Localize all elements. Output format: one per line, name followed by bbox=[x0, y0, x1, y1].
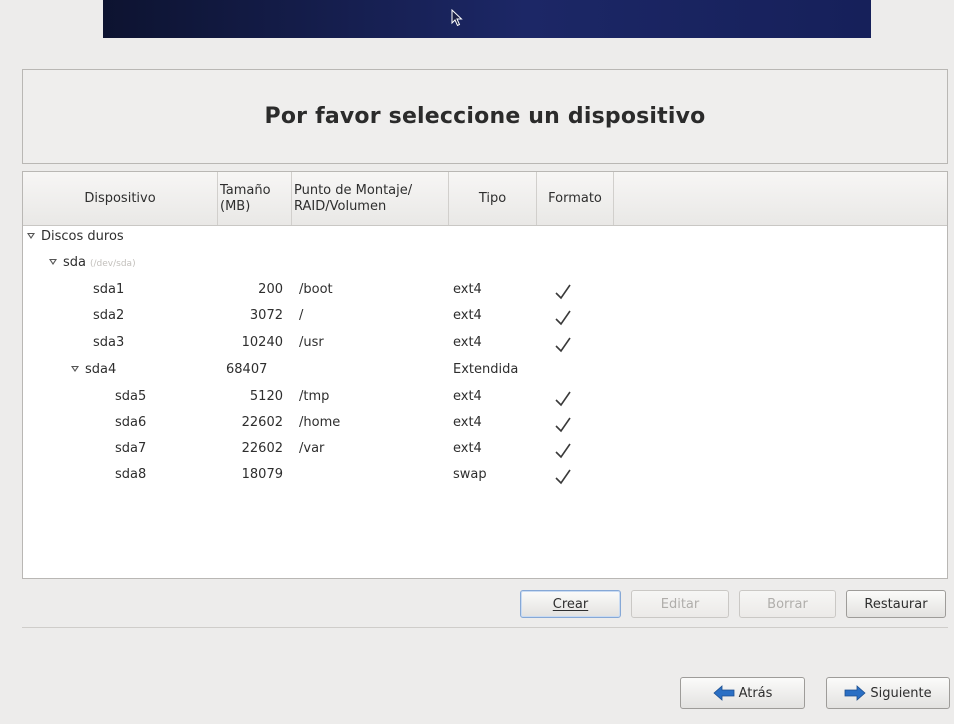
checkmark-icon bbox=[555, 391, 571, 407]
table-row[interactable]: sda2 3072 / ext4 bbox=[23, 304, 947, 330]
expander-down-icon[interactable] bbox=[71, 365, 79, 372]
checkmark-icon bbox=[555, 337, 571, 353]
expander-down-icon[interactable] bbox=[27, 232, 35, 239]
tree-header: Dispositivo Tamaño (MB) Punto de Montaje… bbox=[23, 172, 947, 226]
table-row[interactable]: sda8 18079 swap bbox=[23, 463, 947, 489]
arrow-right-icon bbox=[844, 685, 866, 701]
edit-button[interactable]: Editar bbox=[631, 590, 729, 618]
checkmark-icon bbox=[555, 469, 571, 485]
table-row[interactable]: sda5 5120 /tmp ext4 bbox=[23, 385, 947, 411]
column-punto-montaje[interactable]: Punto de Montaje/ RAID/Volumen bbox=[292, 172, 449, 225]
divider bbox=[22, 627, 948, 628]
arrow-left-icon bbox=[712, 685, 734, 701]
device-tree[interactable]: Dispositivo Tamaño (MB) Punto de Montaje… bbox=[22, 171, 948, 579]
checkmark-icon bbox=[555, 310, 571, 326]
page-title: Por favor seleccione un dispositivo bbox=[264, 104, 706, 129]
expander-down-icon[interactable] bbox=[49, 258, 57, 265]
reset-button[interactable]: Restaurar bbox=[846, 590, 946, 618]
column-formato[interactable]: Formato bbox=[537, 172, 614, 225]
column-dispositivo[interactable]: Dispositivo bbox=[23, 172, 218, 225]
column-tipo[interactable]: Tipo bbox=[449, 172, 537, 225]
next-button[interactable]: Siguiente bbox=[826, 677, 950, 709]
title-panel: Por favor seleccione un dispositivo bbox=[22, 69, 948, 164]
header-banner bbox=[103, 0, 871, 38]
checkmark-icon bbox=[555, 443, 571, 459]
tree-row-discos-duros[interactable]: Discos duros bbox=[23, 225, 947, 251]
checkmark-icon bbox=[555, 284, 571, 300]
mouse-cursor-icon bbox=[451, 9, 463, 27]
table-row[interactable]: sda7 22602 /var ext4 bbox=[23, 437, 947, 463]
delete-button[interactable]: Borrar bbox=[739, 590, 836, 618]
column-tamano[interactable]: Tamaño (MB) bbox=[218, 172, 292, 225]
table-row[interactable]: sda6 22602 /home ext4 bbox=[23, 411, 947, 437]
back-button[interactable]: Atrás bbox=[680, 677, 805, 709]
table-row[interactable]: sda4 68407 Extendida bbox=[23, 358, 947, 384]
tree-row-sda[interactable]: sda (/dev/sda) bbox=[23, 251, 947, 277]
table-row[interactable]: sda1 200 /boot ext4 bbox=[23, 278, 947, 304]
table-row[interactable]: sda3 10240 /usr ext4 bbox=[23, 331, 947, 357]
checkmark-icon bbox=[555, 417, 571, 433]
create-button[interactable]: Crear bbox=[520, 590, 621, 618]
